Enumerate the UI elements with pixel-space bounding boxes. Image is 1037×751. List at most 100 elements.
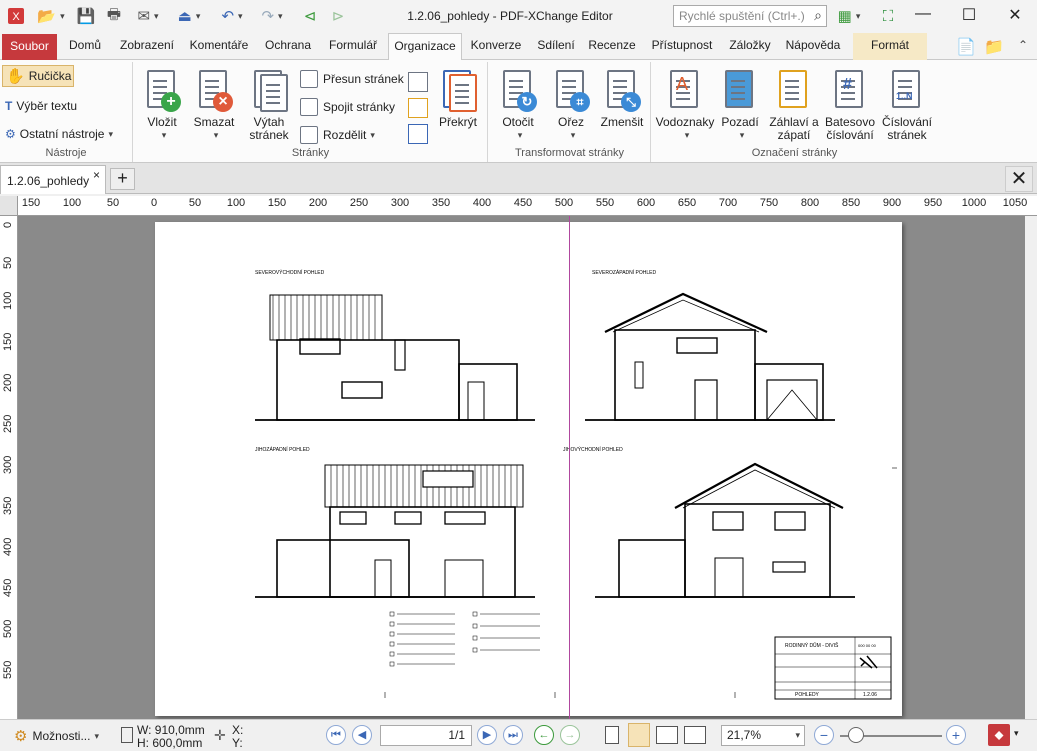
horizontal-ruler[interactable]: 150 100 50 0 50 100 150 200 250 300 350 400 450 500 55… — [18, 196, 1037, 216]
crop-icon: ⌗ — [552, 68, 590, 112]
title-block-drawing: POHLEDY — [795, 692, 820, 698]
hand-tool-button[interactable]: ✋ Ručička — [2, 65, 74, 87]
zoom-level-select[interactable]: 21,7% ▾ — [721, 725, 805, 746]
tab-organizace[interactable]: Organizace — [388, 33, 462, 61]
minimize-button[interactable]: — — [908, 5, 938, 27]
redo-icon[interactable]: ↷ ▾ — [254, 4, 290, 28]
close-document-button[interactable]: ✕ — [1005, 166, 1033, 192]
ruler-tick-label: 900 — [882, 197, 902, 209]
split-label: Rozdělit — [323, 128, 367, 142]
tab-ochrana[interactable]: Ochrana — [260, 33, 316, 60]
next-view-button[interactable]: → — [560, 725, 580, 745]
tab-formular[interactable]: Formulář — [322, 33, 384, 60]
scan-icon[interactable]: ⏏ ▾ — [170, 4, 208, 28]
close-tab-icon[interactable]: × — [93, 168, 100, 182]
bates-numbering-button[interactable]: # Batesovo číslování — [822, 68, 878, 142]
zoom-out-button[interactable]: − — [814, 725, 834, 745]
tab-soubor[interactable]: Soubor — [2, 34, 57, 60]
zoom-in-button[interactable]: + — [946, 725, 966, 745]
new-tab-button[interactable]: + — [110, 168, 135, 190]
tab-napoveda[interactable]: Nápověda — [782, 33, 844, 60]
search-icon[interactable]: ⌕ — [814, 7, 822, 24]
folder-lock-icon[interactable]: 📁 — [984, 37, 1004, 57]
tab-zobrazeni[interactable]: Zobrazení — [114, 33, 180, 60]
replace-pages-icon[interactable] — [408, 72, 428, 92]
zoom-slider-thumb[interactable] — [848, 727, 864, 743]
open-folder-icon[interactable]: 📂 ▾ — [34, 4, 68, 28]
fullscreen-icon[interactable]: ⛶ — [876, 4, 900, 28]
reverse-pages-icon[interactable] — [408, 124, 428, 144]
first-page-button[interactable]: ⏮ — [326, 725, 346, 745]
close-window-button[interactable]: ✕ — [1000, 5, 1030, 27]
page-numbering-button[interactable]: 1..N Číslování stránek — [878, 68, 936, 142]
shrink-button[interactable]: ⤡ Zmenšit — [597, 68, 647, 129]
previous-page-button[interactable]: ◀ — [352, 725, 372, 745]
facing-view-icon[interactable] — [656, 726, 678, 744]
header-footer-button[interactable]: Záhlaví a zápatí — [766, 68, 822, 142]
ruler-tick-label: 100 — [62, 197, 82, 209]
chevron-down-icon: ▾ — [370, 129, 375, 140]
ruler-tick-label: 350 — [431, 197, 451, 209]
ruler-tick-label: 550 — [2, 660, 14, 679]
tab-sdileni[interactable]: Sdílení — [532, 33, 580, 60]
merge-pages-button[interactable]: Spojit stránky — [300, 96, 395, 118]
share-doc-icon[interactable]: 📄 — [956, 37, 976, 57]
tab-format[interactable]: Formát — [853, 33, 927, 60]
other-tools-label: Ostatní nástroje — [19, 127, 105, 141]
page-numbering-label-2: stránek — [887, 128, 927, 142]
other-tools-button[interactable]: ⚙ Ostatní nástroje ▾ — [5, 123, 113, 145]
ruler-tick-label: 650 — [677, 197, 697, 209]
view-title-southeast: JIHOVÝCHODNÍ POHLED — [563, 446, 623, 453]
maximize-button[interactable]: ☐ — [954, 5, 984, 27]
extract-pages-button[interactable]: Výtah stránek — [244, 68, 294, 142]
rotate-button[interactable]: ↻ Otočit ▾ — [493, 68, 543, 142]
pdf-page[interactable]: SEVEROVÝCHODNÍ POHLED SEVEROZÁPADNÍ POHL… — [155, 222, 902, 716]
duplicate-pages-icon[interactable] — [408, 98, 428, 118]
insert-pages-button[interactable]: + Vložit ▾ — [138, 68, 186, 142]
page-number-input[interactable]: 1/1 — [380, 725, 472, 746]
vertical-guide-line[interactable] — [569, 216, 570, 719]
options-label: Možnosti... — [32, 729, 91, 743]
document-canvas[interactable]: SEVEROVÝCHODNÍ POHLED SEVEROZÁPADNÍ POHL… — [18, 216, 1037, 719]
next-page-button[interactable]: ▶ — [477, 725, 497, 745]
split-button[interactable]: Rozdělit ▾ — [300, 124, 375, 146]
crop-button[interactable]: ⌗ Ořez ▾ — [547, 68, 595, 142]
move-pages-button[interactable]: Přesun stránek — [300, 68, 404, 90]
back-icon[interactable]: ⊲ — [298, 4, 322, 28]
pdf-logo-icon[interactable]: ⬥ — [988, 724, 1010, 746]
undo-icon[interactable]: ↶ ▾ — [214, 4, 250, 28]
continuous-facing-view-icon[interactable] — [684, 726, 706, 744]
forward-icon[interactable]: ⊳ — [326, 4, 350, 28]
background-button[interactable]: Pozadí ▾ — [716, 68, 764, 142]
print-icon[interactable]: 🖶 — [102, 4, 126, 28]
last-page-button[interactable]: ⏭ — [503, 725, 523, 745]
tab-komentare[interactable]: Komentáře — [184, 33, 254, 60]
collapse-ribbon-icon[interactable]: ⌃ — [1018, 38, 1028, 52]
ruler-tick-label: 0 — [150, 197, 158, 209]
page-numbering-icon: 1..N — [888, 68, 926, 112]
continuous-view-icon[interactable] — [628, 723, 650, 747]
overlay-button[interactable]: Překrýt — [434, 68, 482, 129]
select-text-button[interactable]: T Výběr textu — [5, 95, 77, 117]
email-icon[interactable]: ✉ ▾ — [130, 4, 166, 28]
delete-pages-button[interactable]: × Smazat ▾ — [190, 68, 238, 142]
vertical-scrollbar[interactable] — [1025, 216, 1037, 719]
status-menu-chevron-icon[interactable]: ▾ — [1014, 728, 1019, 739]
previous-view-button[interactable]: ← — [534, 725, 554, 745]
customize-icon[interactable]: ▦ ▾ — [830, 4, 868, 28]
tab-zalozky[interactable]: Záložky — [724, 33, 776, 60]
single-page-view-icon[interactable] — [605, 726, 619, 744]
chevron-down-icon: ▾ — [684, 130, 690, 140]
move-pages-icon — [300, 70, 318, 88]
tab-konverze[interactable]: Konverze — [466, 33, 526, 60]
watermark-button[interactable]: A Vodoznaky ▾ — [654, 68, 716, 142]
save-icon[interactable]: 💾 — [74, 4, 98, 28]
tab-domu[interactable]: Domů — [62, 33, 108, 60]
quick-launch-input[interactable]: Rychlé spuštění (Ctrl+.) ⌕ — [673, 5, 827, 27]
app-logo-icon[interactable]: X — [4, 4, 28, 28]
vertical-ruler[interactable]: 0 50 100 150 200 250 300 350 400 450 500 550 — [0, 216, 18, 719]
document-tab[interactable]: 1.2.06_pohledy × — [0, 165, 106, 194]
options-button[interactable]: ⚙ Možnosti... ▾ — [14, 726, 99, 746]
tab-recenze[interactable]: Recenze — [586, 33, 638, 60]
tab-pristupnost[interactable]: Přístupnost — [644, 33, 720, 60]
